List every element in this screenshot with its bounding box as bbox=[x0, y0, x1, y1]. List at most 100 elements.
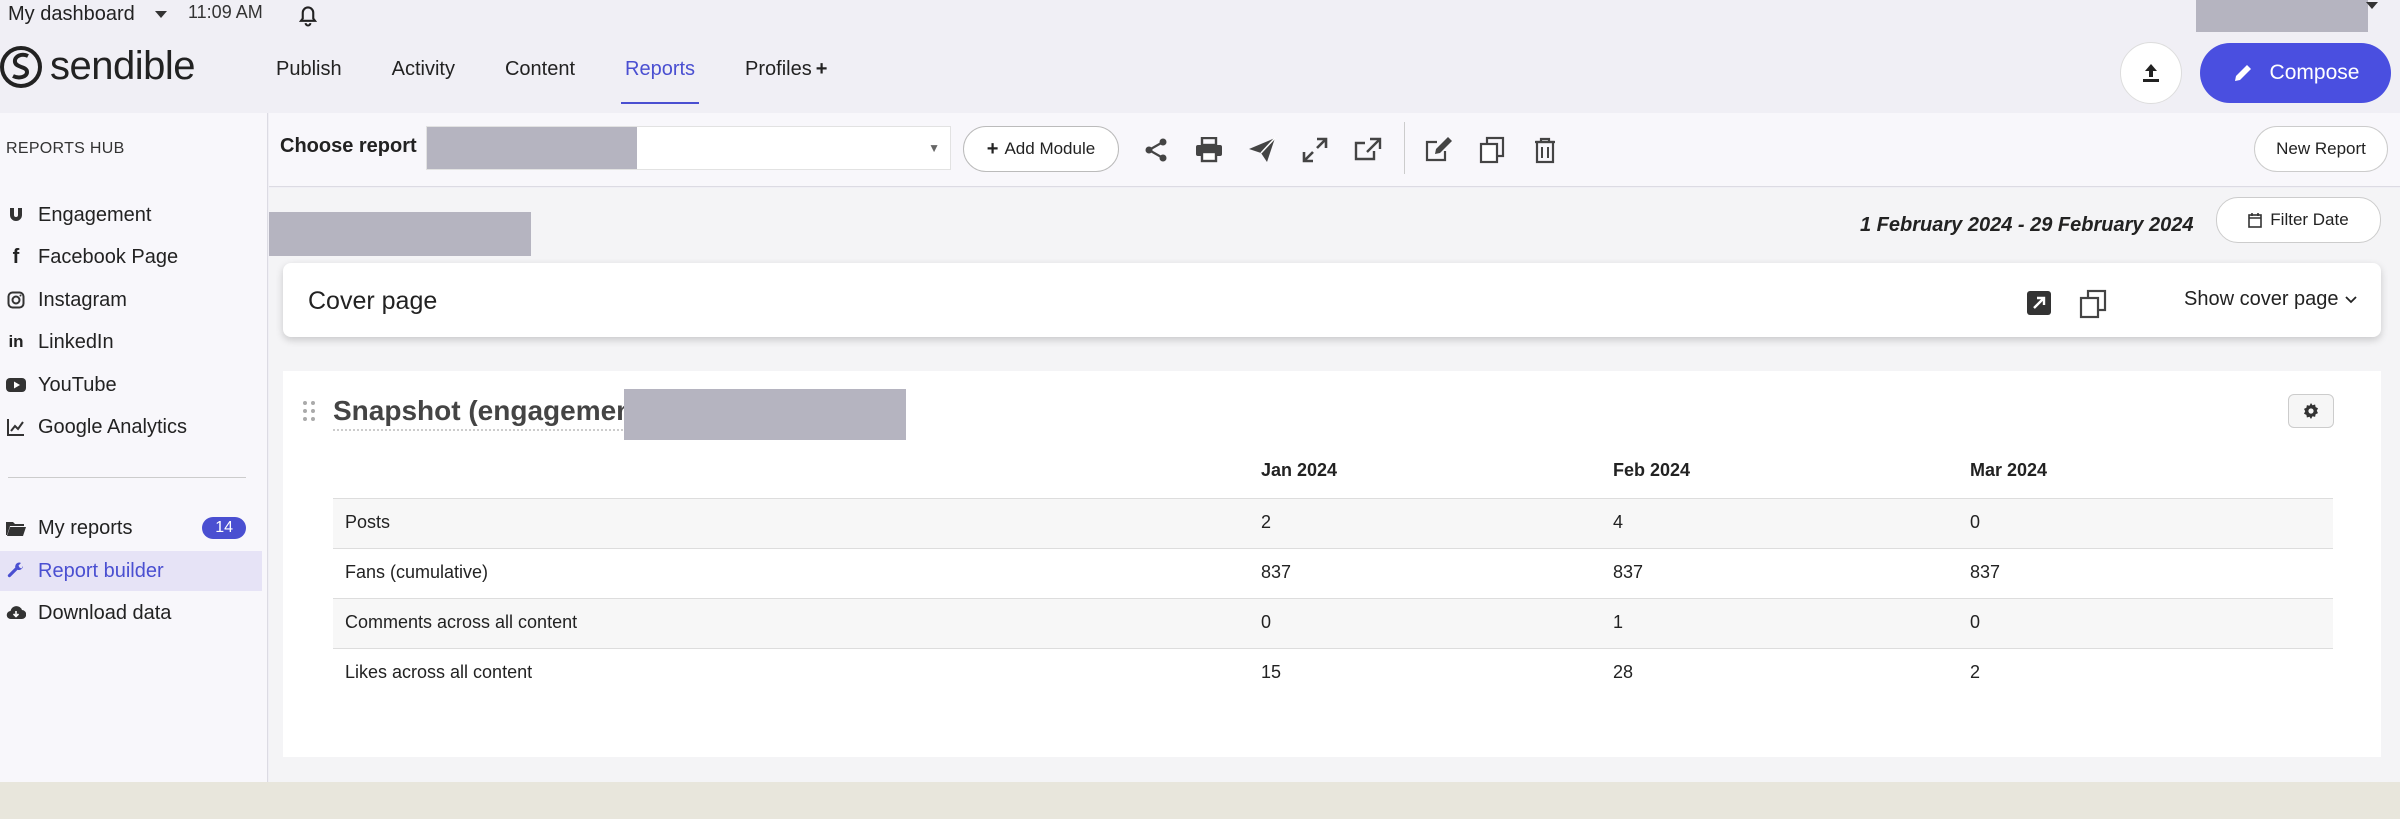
sidebar-item-label: Engagement bbox=[38, 203, 152, 226]
cell-value: 2 bbox=[1970, 662, 1981, 682]
magnet-icon bbox=[6, 206, 26, 224]
row-label: Comments across all content bbox=[345, 612, 578, 632]
sidebar-item-youtube[interactable]: YouTube bbox=[0, 365, 262, 405]
cover-page-title: Cover page bbox=[308, 287, 438, 315]
account-caret-icon[interactable] bbox=[2366, 2, 2378, 9]
select-caret-icon: ▼ bbox=[928, 141, 940, 155]
snapshot-table: Jan 2024 Feb 2024 Mar 2024 Posts 2 4 0 F… bbox=[333, 448, 2333, 698]
toolbar-separator bbox=[1404, 122, 1405, 174]
report-select[interactable]: ▼ bbox=[426, 126, 951, 170]
calendar-icon bbox=[2248, 212, 2263, 228]
plus-icon: + bbox=[815, 58, 828, 80]
chevron-down-icon bbox=[2344, 295, 2357, 305]
cell-value: 1 bbox=[1613, 612, 1624, 632]
column-header: Mar 2024 bbox=[1970, 460, 2048, 480]
upload-button[interactable] bbox=[2120, 42, 2182, 104]
folder-icon bbox=[6, 520, 26, 536]
row-label: Fans (cumulative) bbox=[345, 562, 489, 582]
drag-handle-icon[interactable] bbox=[302, 400, 316, 422]
sidebar-item-google-analytics[interactable]: Google Analytics bbox=[0, 407, 262, 447]
instagram-icon bbox=[6, 291, 26, 309]
line-chart-icon bbox=[6, 418, 26, 436]
show-cover-label: Show cover page bbox=[2184, 288, 2339, 310]
share-icon[interactable] bbox=[1141, 135, 1171, 165]
copy-icon[interactable] bbox=[1477, 135, 1507, 165]
cell-value: 837 bbox=[1970, 562, 2001, 582]
sidebar-item-label: YouTube bbox=[38, 373, 117, 396]
snapshot-title[interactable]: Snapshot (engagement bbox=[333, 395, 643, 431]
youtube-icon bbox=[6, 377, 26, 393]
linkedin-icon: in bbox=[8, 332, 24, 351]
nav-reports[interactable]: Reports bbox=[621, 58, 700, 104]
table-row: Fans (cumulative) 837 837 837 bbox=[333, 548, 2333, 598]
sidebar-item-engagement[interactable]: Engagement bbox=[0, 195, 262, 235]
send-icon[interactable] bbox=[1247, 135, 1277, 165]
sidebar-item-label: LinkedIn bbox=[38, 330, 114, 353]
account-redacted[interactable] bbox=[2196, 0, 2368, 32]
sidebar-item-instagram[interactable]: Instagram bbox=[0, 280, 262, 320]
choose-report-label: Choose report bbox=[280, 135, 417, 157]
table-row: Posts 2 4 0 bbox=[333, 498, 2333, 548]
print-icon[interactable] bbox=[1194, 135, 1224, 165]
duplicate-icon[interactable] bbox=[2078, 289, 2108, 319]
bottom-band bbox=[0, 782, 2400, 819]
logo-text: sendible bbox=[50, 44, 196, 88]
upload-icon bbox=[2140, 62, 2162, 84]
sidebar-item-label: Google Analytics bbox=[38, 415, 187, 438]
module-settings-button[interactable] bbox=[2288, 394, 2334, 428]
main-nav: Publish Activity Content Reports Profile… bbox=[276, 58, 877, 104]
row-label: Likes across all content bbox=[345, 662, 533, 682]
open-external-icon[interactable] bbox=[2026, 290, 2052, 316]
cell-value: 837 bbox=[1261, 562, 1292, 582]
column-header: Feb 2024 bbox=[1613, 460, 1691, 480]
cell-value: 15 bbox=[1261, 662, 1282, 682]
nav-content[interactable]: Content bbox=[505, 58, 575, 104]
gear-icon bbox=[2302, 402, 2320, 420]
report-title-redacted bbox=[269, 212, 531, 256]
nav-profiles[interactable]: Profiles + bbox=[745, 58, 827, 104]
sidebar-item-download-data[interactable]: Download data bbox=[0, 593, 262, 633]
edit-icon[interactable] bbox=[1424, 135, 1454, 165]
new-report-button[interactable]: New Report bbox=[2254, 126, 2388, 172]
bell-icon[interactable] bbox=[294, 1, 322, 29]
sidebar-item-label: Report builder bbox=[38, 559, 164, 582]
show-cover-page-toggle[interactable]: Show cover page bbox=[2184, 288, 2357, 311]
cloud-download-icon bbox=[6, 605, 26, 621]
sidebar-item-facebook[interactable]: f Facebook Page bbox=[0, 237, 262, 277]
nav-activity[interactable]: Activity bbox=[392, 58, 455, 104]
dashboard-label: My dashboard bbox=[8, 2, 135, 25]
table-row: Likes across all content 15 28 2 bbox=[333, 648, 2333, 698]
expand-icon[interactable] bbox=[1300, 135, 1330, 165]
compose-label: Compose bbox=[2269, 61, 2360, 84]
column-header: Jan 2024 bbox=[1261, 460, 1338, 480]
sidebar-item-report-builder[interactable]: Report builder bbox=[0, 551, 262, 591]
cell-value: 4 bbox=[1613, 512, 1624, 532]
trash-icon[interactable] bbox=[1530, 135, 1560, 165]
logo-mark-icon bbox=[0, 45, 42, 88]
row-label: Posts bbox=[345, 512, 391, 532]
cell-value: 28 bbox=[1613, 662, 1634, 682]
table-row: Comments across all content 0 1 0 bbox=[333, 598, 2333, 648]
cover-page-card bbox=[283, 263, 2381, 337]
compose-button[interactable]: Compose bbox=[2200, 43, 2391, 103]
dashboard-selector[interactable]: My dashboard bbox=[8, 0, 167, 28]
add-module-button[interactable]: + Add Module bbox=[963, 126, 1119, 172]
clock-time: 11:09 AM bbox=[188, 2, 263, 22]
report-name-redacted bbox=[427, 127, 637, 169]
filter-date-label: Filter Date bbox=[2270, 210, 2349, 229]
add-module-label: Add Module bbox=[1004, 139, 1096, 158]
nav-publish[interactable]: Publish bbox=[276, 58, 342, 104]
sidebar-item-label: Download data bbox=[38, 601, 172, 624]
snapshot-title-redacted bbox=[624, 389, 906, 440]
filter-date-button[interactable]: Filter Date bbox=[2216, 197, 2381, 243]
external-link-icon[interactable] bbox=[1353, 135, 1383, 165]
sidebar-item-label: My reports bbox=[38, 516, 133, 539]
cell-value: 837 bbox=[1613, 562, 1644, 582]
plus-icon: + bbox=[986, 137, 999, 160]
sidebar-item-linkedin[interactable]: in LinkedIn bbox=[0, 322, 262, 362]
facebook-icon: f bbox=[12, 245, 20, 268]
caret-down-icon bbox=[154, 10, 167, 18]
sendible-logo[interactable]: sendible bbox=[0, 44, 196, 89]
sidebar-divider bbox=[8, 477, 246, 478]
sidebar-item-my-reports[interactable]: My reports 14 bbox=[0, 508, 262, 548]
